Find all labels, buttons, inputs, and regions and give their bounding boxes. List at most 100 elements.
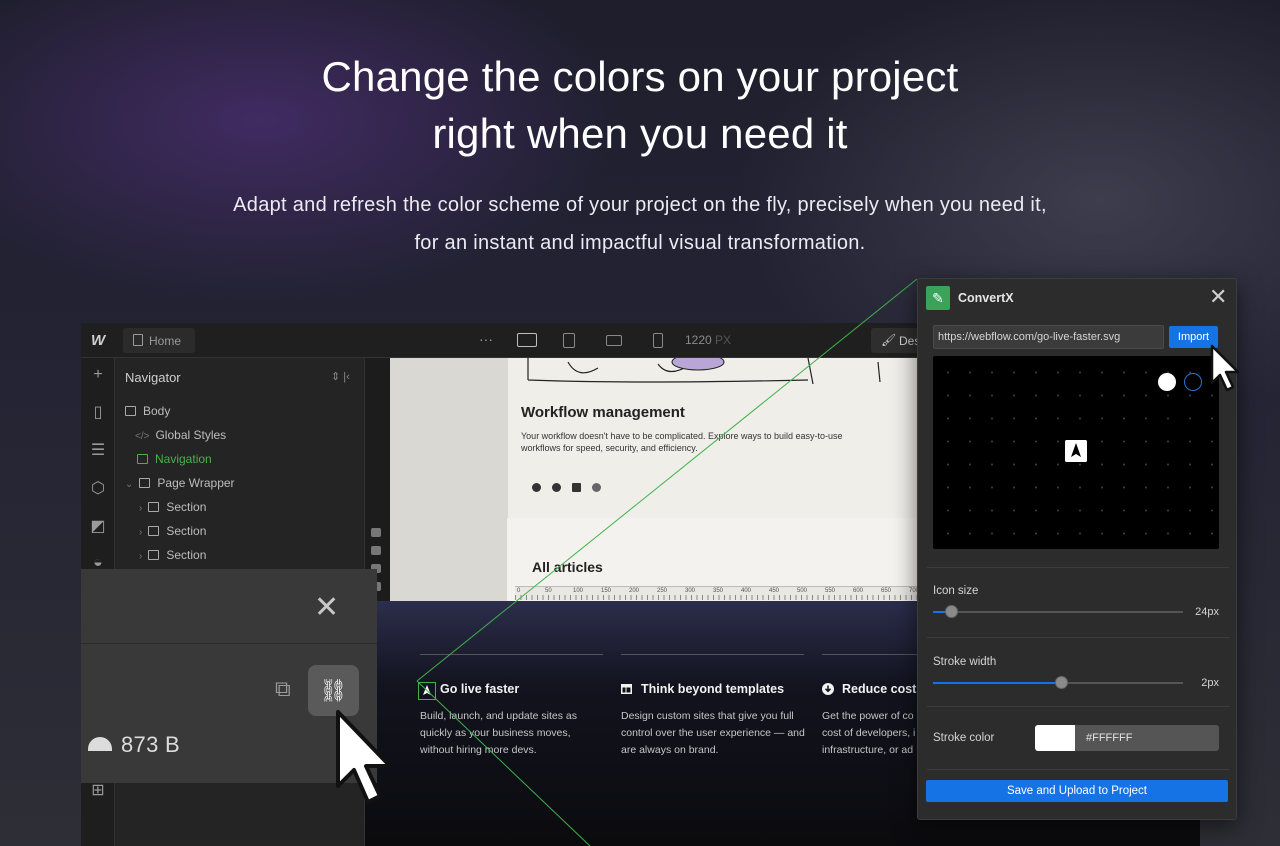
tablet-breakpoint-icon[interactable] — [563, 333, 575, 348]
chevron-right-icon: › — [139, 551, 143, 562]
stroke-color-input[interactable]: #FFFFFF — [1075, 725, 1219, 751]
mobile-portrait-icon[interactable] — [653, 333, 663, 348]
icon-size-slider[interactable] — [933, 605, 1183, 618]
copy-link-button[interactable]: ⛓ — [308, 665, 359, 716]
page-icon — [133, 334, 143, 346]
chevron-right-icon: › — [139, 503, 143, 514]
divider — [927, 706, 1229, 707]
external-link-icon[interactable]: ⧉ — [275, 677, 299, 701]
search-icon[interactable] — [371, 546, 381, 555]
stroke-width-value: 2px — [1201, 677, 1219, 689]
ruler-tick-label: 150 — [599, 587, 627, 595]
nav-item-label: Section — [166, 500, 207, 514]
add-icon[interactable]: + — [89, 366, 107, 384]
feature-body: Build, launch, and update sites as quick… — [420, 710, 578, 756]
section-icon — [148, 550, 160, 560]
stroke-width-slider[interactable] — [933, 676, 1183, 689]
site-preview: Workflow management Your workflow doesn'… — [390, 358, 920, 601]
icon-size-value: 24px — [1195, 606, 1219, 618]
icon-size-knob[interactable] — [944, 605, 958, 618]
brush-icon: 🖌 — [881, 333, 897, 347]
convertx-logo-icon: ✎ — [926, 286, 950, 310]
checkbox-icon[interactable] — [371, 528, 381, 537]
navigator-title: Navigator — [125, 370, 181, 385]
spacing-ruler: 0 50 100 150 200 250 300 350 400 450 500 550 600 650 7… — [515, 586, 920, 600]
components-icon[interactable]: ⬡ — [89, 480, 107, 498]
file-size: 873 B — [121, 732, 180, 757]
stroke-color-swatch[interactable] — [1035, 725, 1075, 751]
style-selectors-icon[interactable]: ◩ — [89, 518, 107, 536]
nav-item-section[interactable]: › Section — [139, 495, 206, 519]
hero-subtitle-line2: for an instant and impactful visual tran… — [414, 232, 866, 254]
more-icon[interactable]: ··· — [479, 331, 493, 347]
rss-icon[interactable] — [592, 483, 601, 492]
chevron-down-icon: ⌄ — [125, 479, 134, 490]
save-upload-button[interactable]: Save and Upload to Project — [926, 780, 1228, 802]
nav-item-section[interactable]: › Section — [139, 543, 206, 567]
navigator-icon[interactable]: ☰ — [89, 442, 107, 460]
feature-title: Go live faster — [440, 682, 520, 696]
ruler-tick-label: 300 — [683, 587, 711, 595]
linkedin-icon[interactable] — [572, 483, 581, 492]
webflow-logo[interactable]: W — [91, 332, 105, 349]
section-icon — [148, 526, 160, 536]
convertx-title: ConvertX — [958, 291, 1014, 305]
download-circle-icon — [822, 683, 834, 695]
page-selector[interactable]: Home — [123, 328, 195, 353]
import-button[interactable]: Import — [1169, 326, 1218, 348]
page-selector-label: Home — [149, 334, 182, 348]
chevron-right-icon: › — [139, 527, 143, 538]
section-icon — [148, 502, 160, 512]
divider — [927, 567, 1229, 568]
feature-body: Design custom sites that give you full c… — [621, 710, 805, 756]
rocket-icon — [1065, 440, 1087, 462]
stroke-color-label: Stroke color — [933, 732, 995, 744]
nav-item-label: Global Styles — [155, 428, 227, 442]
stroke-width-fill — [933, 682, 1061, 684]
divider — [927, 637, 1229, 638]
facebook-icon[interactable] — [532, 483, 541, 492]
twitter-icon[interactable] — [552, 483, 561, 492]
stroke-width-knob[interactable] — [1054, 676, 1068, 689]
card-body: Your workflow doesn't have to be complic… — [521, 431, 843, 453]
nav-item-page-wrapper[interactable]: ⌄ Page Wrapper — [125, 471, 235, 495]
close-icon[interactable]: ✕ — [1209, 286, 1227, 308]
nav-item-section[interactable]: › Section — [139, 519, 206, 543]
ruler-tick-label: 50 — [543, 587, 571, 595]
transparent-background-toggle[interactable] — [1184, 373, 1202, 391]
desktop-breakpoint-icon[interactable] — [517, 333, 537, 347]
ruler-tick-label: 500 — [795, 587, 823, 595]
ruler-tick-label: 200 — [627, 587, 655, 595]
canvas-width-unit: PX — [715, 333, 732, 347]
close-icon[interactable]: ✕ — [314, 593, 339, 623]
icon-size-label: Icon size — [933, 585, 979, 597]
pages-icon[interactable]: ▯ — [89, 404, 107, 422]
nav-item-label: Body — [143, 404, 171, 418]
navigator-controls[interactable]: ⇕ |‹ — [331, 370, 350, 383]
apps-icon[interactable]: ⊞ — [89, 782, 107, 800]
convertx-panel: ✎ ConvertX ✕ https://webflow.com/go-live… — [917, 278, 1237, 820]
divider — [927, 769, 1229, 770]
mobile-landscape-icon[interactable] — [606, 335, 622, 346]
body-icon — [125, 406, 136, 416]
layout-icon — [621, 684, 632, 694]
feature-title: Reduce costs — [842, 682, 924, 696]
nav-item-navigation[interactable]: Navigation — [137, 447, 212, 471]
canvas-width: 1220 PX — [685, 333, 731, 347]
all-articles-heading: All articles — [532, 559, 603, 575]
ruler-tick-label: 100 — [571, 587, 599, 595]
canvas-width-value: 1220 — [685, 333, 712, 347]
ruler-tick-label: 600 — [851, 587, 879, 595]
nav-item-label: Section — [166, 524, 207, 538]
asset-details-header: ✕ — [81, 569, 377, 644]
svg-url-input[interactable]: https://webflow.com/go-live-faster.svg — [933, 325, 1164, 349]
hero-title-line2: right when you need it — [432, 110, 848, 157]
gauge-icon — [88, 737, 112, 751]
rocket-icon — [418, 682, 436, 700]
white-background-toggle[interactable] — [1158, 373, 1176, 391]
ruler-tick-label: 0 — [515, 587, 543, 595]
nav-item-body[interactable]: Body — [125, 399, 170, 423]
ruler-tick-label: 350 — [711, 587, 739, 595]
nav-item-label: Section — [166, 548, 207, 562]
nav-item-global-styles[interactable]: </> Global Styles — [135, 423, 226, 447]
